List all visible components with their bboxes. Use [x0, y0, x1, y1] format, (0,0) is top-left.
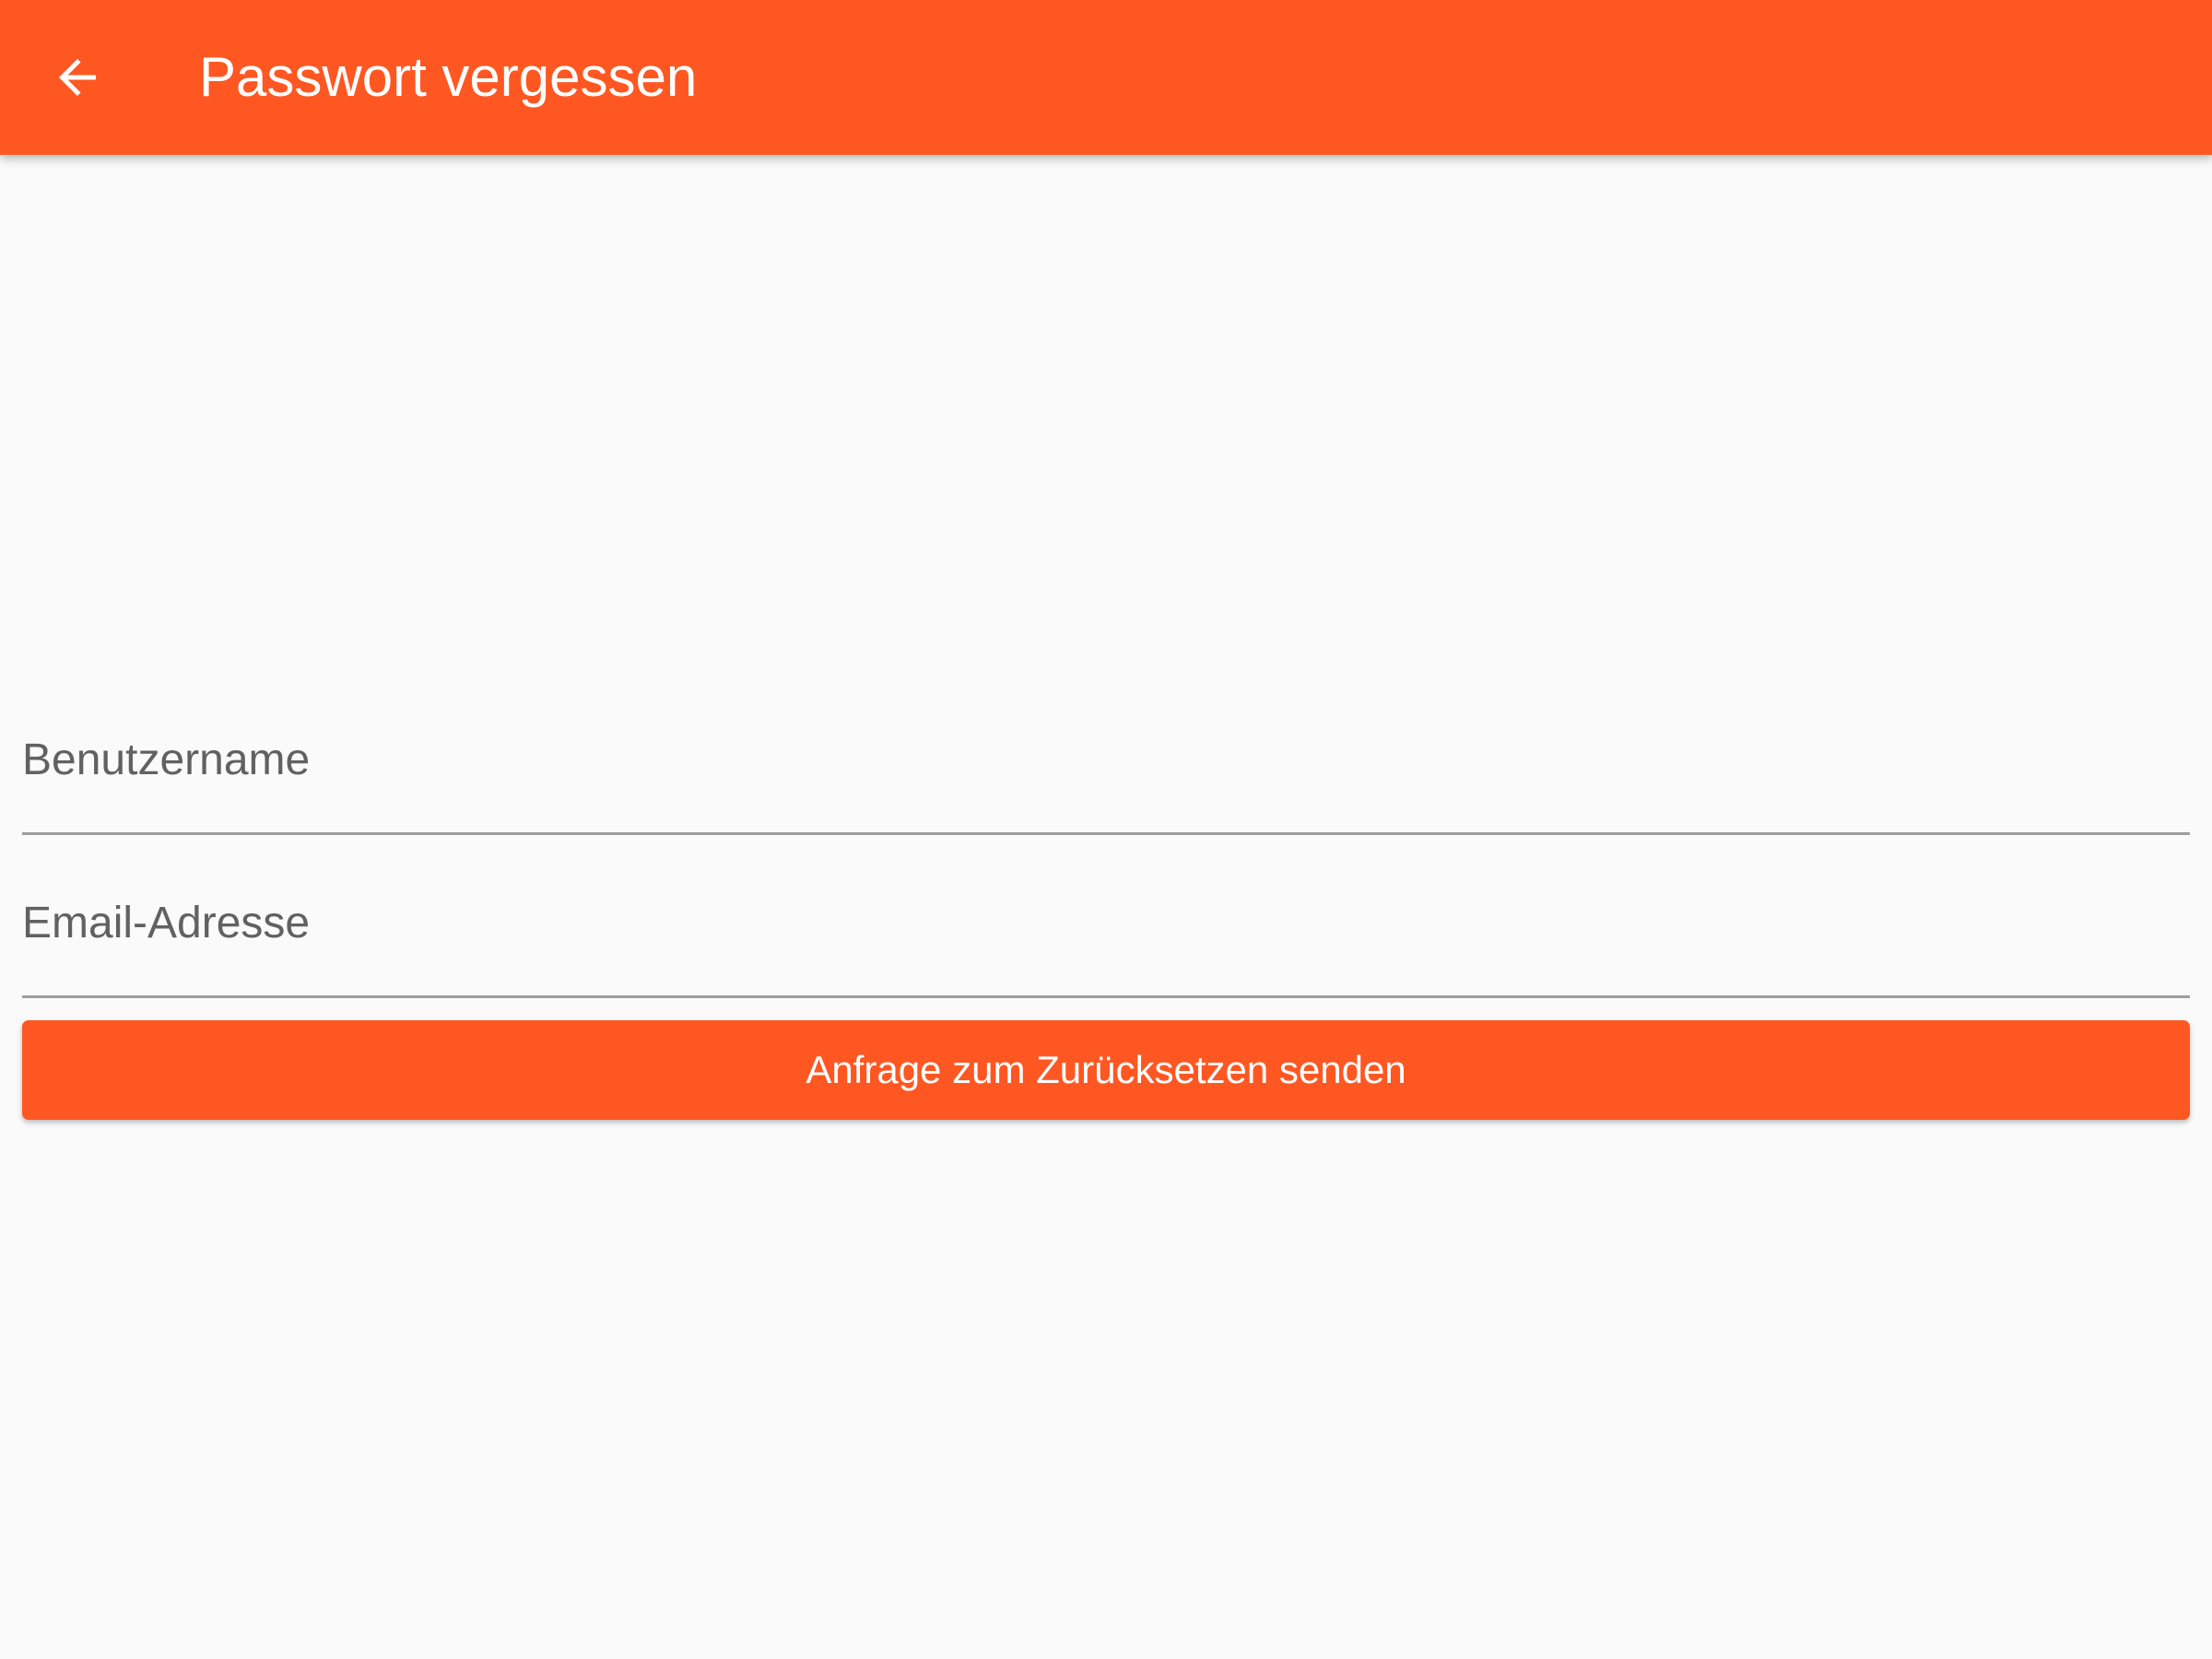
username-input[interactable] — [22, 651, 2190, 835]
username-field — [22, 651, 2190, 835]
email-field — [22, 814, 2190, 998]
page-title: Passwort vergessen — [199, 46, 698, 108]
email-input[interactable] — [22, 814, 2190, 998]
send-reset-request-button[interactable]: Anfrage zum Zurücksetzen senden — [22, 1020, 2190, 1120]
arrow-left-icon — [59, 59, 96, 96]
back-button[interactable] — [33, 33, 122, 122]
app-bar: Passwort vergessen — [0, 0, 2212, 155]
